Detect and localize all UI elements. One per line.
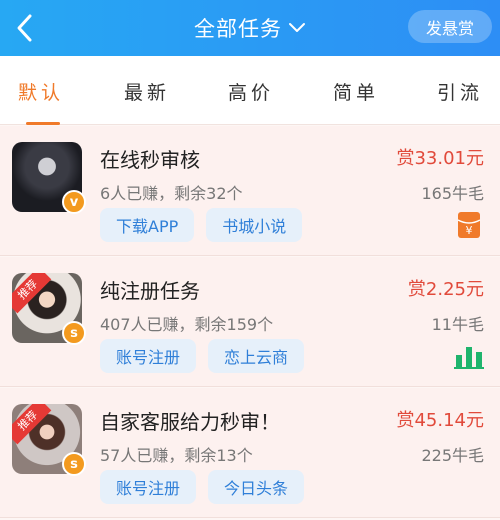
bar-chart-icon xyxy=(454,341,484,371)
task-reward: 赏33.01元 xyxy=(396,148,484,169)
task-tag[interactable]: 账号注册 xyxy=(100,339,197,373)
page-title: 全部任务 xyxy=(194,17,282,41)
task-item[interactable]: 推荐 s 纯注册任务 407人已赚，剩余159个 账号注册 恋上云商 赏2.25… xyxy=(0,257,500,387)
task-stats: 57人已赚，剩余13个 xyxy=(100,446,253,465)
vip-badge-icon: v xyxy=(62,190,86,214)
task-item[interactable]: 推荐 s 自家客服给力秒审！ 57人已赚，剩余13个 账号注册 今日头条 赏45… xyxy=(0,388,500,518)
task-hair-points: 225牛毛 xyxy=(421,446,484,465)
task-tag[interactable]: 恋上云商 xyxy=(208,339,305,373)
tab-high-price[interactable]: 高价 xyxy=(228,78,274,105)
chevron-down-icon xyxy=(289,23,305,32)
task-tag[interactable]: 书城小说 xyxy=(206,208,303,242)
top-app-bar: 全部任务 发悬赏 xyxy=(0,0,500,56)
task-tags: 下载APP 书城小说 xyxy=(100,208,303,242)
red-envelope-icon: ¥ xyxy=(454,210,484,240)
task-tags: 账号注册 今日头条 xyxy=(100,470,305,504)
task-stats: 407人已赚，剩余159个 xyxy=(100,315,274,334)
task-reward: 赏2.25元 xyxy=(407,279,484,300)
task-tag[interactable]: 账号注册 xyxy=(100,470,197,504)
tab-latest[interactable]: 最新 xyxy=(124,78,170,105)
task-title: 自家客服给力秒审！ xyxy=(100,410,280,434)
task-reward: 赏45.14元 xyxy=(396,410,484,431)
task-item[interactable]: v 在线秒审核 6人已赚，剩余32个 下载APP 书城小说 赏33.01元 16… xyxy=(0,126,500,256)
task-tags: 账号注册 恋上云商 xyxy=(100,339,305,373)
task-title: 在线秒审核 xyxy=(100,148,200,172)
recommended-badge: 推荐 xyxy=(12,404,52,445)
tab-traffic[interactable]: 引流 xyxy=(437,78,483,105)
svg-text:¥: ¥ xyxy=(466,224,473,237)
task-tag[interactable]: 下载APP xyxy=(100,208,195,242)
recommended-badge: 推荐 xyxy=(12,273,52,314)
task-tag[interactable]: 今日头条 xyxy=(208,470,305,504)
active-tab-indicator xyxy=(26,122,60,125)
level-badge-icon: s xyxy=(62,452,86,476)
tab-simple[interactable]: 简单 xyxy=(333,78,379,105)
task-hair-points: 11牛毛 xyxy=(431,315,484,334)
task-hair-points: 165牛毛 xyxy=(421,184,484,203)
level-badge-icon: s xyxy=(62,321,86,345)
category-tabs: 默认 最新 高价 简单 引流 xyxy=(0,56,500,125)
tab-default[interactable]: 默认 xyxy=(18,78,64,105)
post-bounty-button[interactable]: 发悬赏 xyxy=(408,10,492,43)
task-title: 纯注册任务 xyxy=(100,279,200,303)
task-stats: 6人已赚，剩余32个 xyxy=(100,184,243,203)
